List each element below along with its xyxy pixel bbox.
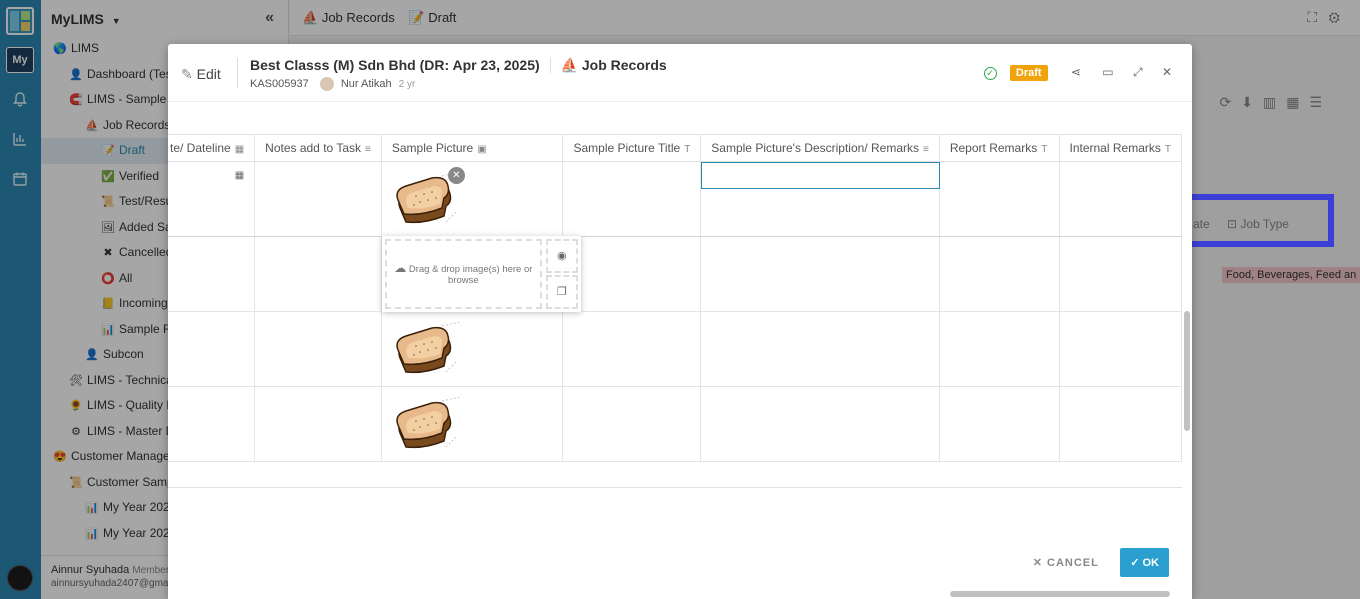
close-icon[interactable]: ✕ (1162, 65, 1172, 79)
table-row[interactable] (168, 311, 1182, 387)
grid-cell[interactable] (939, 311, 1060, 387)
grid-cell[interactable] (1059, 236, 1182, 312)
copy-icon: ❐ (556, 286, 567, 298)
text-lines-icon: ≡ (923, 144, 929, 155)
column-header[interactable]: Internal Remarks T (1059, 134, 1182, 162)
share-icon[interactable]: ⋖ (1071, 65, 1081, 79)
grid-cell[interactable] (700, 236, 940, 312)
text-type-icon: T (684, 144, 691, 155)
grid-cell[interactable] (254, 386, 382, 462)
table-row[interactable]: ▦ ✕ (168, 161, 1182, 237)
text-lines-icon: ≡ (365, 144, 371, 155)
calendar-icon[interactable]: ▦ (235, 170, 244, 181)
highlight-box (1167, 194, 1334, 247)
column-header-label: Sample Picture Title (573, 141, 681, 155)
column-header[interactable]: Sample Picture's Description/ Remarks ≡ (700, 134, 940, 162)
verified-check-icon: ✓ (983, 67, 997, 80)
grid-cell[interactable] (700, 386, 940, 462)
edit-label: ✎ Edit (181, 66, 221, 82)
grid-cell[interactable] (1059, 311, 1182, 387)
section-link[interactable]: ⛵ Job Records (549, 57, 667, 73)
column-header-label: Internal Remarks (1069, 141, 1161, 155)
record-title: Best Classs (M) Sdn Bhd (DR: Apr 23, 202… (250, 57, 667, 73)
grid-cell[interactable] (1059, 386, 1182, 462)
horizontal-scrollbar[interactable] (168, 591, 1182, 597)
grid-cell[interactable] (1059, 161, 1182, 237)
description-input[interactable] (701, 162, 940, 189)
column-header-label: Notes add to Task (265, 141, 361, 155)
grid-cell[interactable] (562, 311, 702, 387)
record-age: 2 yr (398, 78, 416, 90)
column-header[interactable]: Sample Picture ▣ (381, 134, 564, 162)
bread-image[interactable] (394, 396, 464, 453)
scroll-thumb[interactable] (1184, 311, 1190, 431)
column-header[interactable]: Sample Picture Title T (562, 134, 702, 162)
grid-cell[interactable] (700, 161, 940, 237)
comment-icon[interactable]: ▭ (1102, 65, 1113, 79)
camera-icon: ◉ (557, 250, 567, 262)
records-grid: te/ Dateline ▦ Notes add to Task ≡ Sample Pi… (168, 134, 1182, 488)
image-icon: ▣ (477, 144, 487, 155)
grid-cell[interactable] (168, 236, 256, 312)
grid-header-row: te/ Dateline ▦ Notes add to Task ≡ Sample Pi… (168, 134, 1182, 162)
modal-footer: ✕ CANCEL ✓ OK (1033, 548, 1169, 577)
grid-cell[interactable] (381, 386, 564, 462)
column-header-label: Sample Picture's Description/ Remarks (711, 141, 919, 155)
grid-cell[interactable] (254, 236, 382, 312)
modal-header: ✎ Edit Best Classs (M) Sdn Bhd (DR: Apr … (168, 44, 1192, 102)
expand-icon[interactable]: ⤢ (1133, 65, 1143, 80)
vertical-scrollbar[interactable] (1184, 104, 1190, 584)
modal-actions: ✓ Draft ⋖ ▭ ⤢ ✕ (970, 65, 1172, 81)
grid-cell[interactable]: ▦ (168, 161, 256, 237)
grid-cell[interactable] (939, 386, 1060, 462)
bread-image[interactable] (394, 321, 464, 378)
column-header-label: te/ Dateline (170, 141, 231, 155)
grid-cell[interactable]: ✕ (381, 161, 564, 237)
table-row[interactable]: ☁ Drag & drop image(s) here or browse ◉ … (168, 236, 1182, 312)
image-dropzone: ☁ Drag & drop image(s) here or browse ◉ … (381, 236, 581, 312)
camera-button[interactable]: ◉ (545, 239, 578, 273)
column-header-label: Report Remarks (949, 141, 1038, 155)
cloud-upload-icon: ☁ (394, 261, 407, 275)
divider (237, 58, 238, 88)
column-header[interactable]: te/ Dateline ▦ (168, 134, 256, 162)
edit-record-modal: ✎ Edit Best Classs (M) Sdn Bhd (DR: Apr … (168, 44, 1192, 599)
grid-cell[interactable] (381, 311, 564, 387)
grid-cell[interactable] (939, 161, 1060, 237)
grid-cell[interactable] (700, 311, 940, 387)
grid-cell[interactable] (168, 386, 256, 462)
remove-image-icon[interactable]: ✕ (447, 167, 465, 184)
record-id: KAS005937 (250, 77, 309, 90)
column-header[interactable]: Notes add to Task ≡ (254, 134, 382, 162)
scroll-thumb[interactable] (950, 591, 1170, 597)
column-header-label: Sample Picture (391, 141, 474, 155)
grid-cell[interactable] (168, 311, 256, 387)
ok-button[interactable]: ✓ OK (1120, 548, 1169, 577)
calendar-icon: ▦ (234, 144, 245, 155)
text-type-icon: T (1164, 144, 1171, 155)
user-avatar-small (319, 77, 334, 91)
record-owner[interactable]: Nur Atikah (341, 78, 392, 90)
grid-cell[interactable] (939, 236, 1060, 312)
column-header[interactable]: Report Remarks T (939, 134, 1060, 162)
status-badge[interactable]: Draft (1009, 65, 1048, 81)
text-type-icon: T (1041, 144, 1048, 155)
grid-cell[interactable] (562, 386, 702, 462)
record-subtitle: KAS005937 Nur Atikah 2 yr (250, 77, 415, 91)
grid-cell[interactable]: ☁ Drag & drop image(s) here or browse ◉ … (381, 236, 581, 312)
grid-cell[interactable] (562, 161, 702, 237)
paste-button[interactable]: ❐ (545, 275, 578, 309)
table-row[interactable] (168, 386, 1182, 462)
grid-cell[interactable] (254, 311, 382, 387)
grid-cell[interactable] (254, 161, 382, 237)
edit-icon: ✎ (181, 66, 193, 82)
grid-cell[interactable] (562, 236, 702, 312)
drop-area[interactable]: ☁ Drag & drop image(s) here or browse (384, 239, 542, 309)
cancel-button[interactable]: ✕ CANCEL (1033, 556, 1099, 569)
